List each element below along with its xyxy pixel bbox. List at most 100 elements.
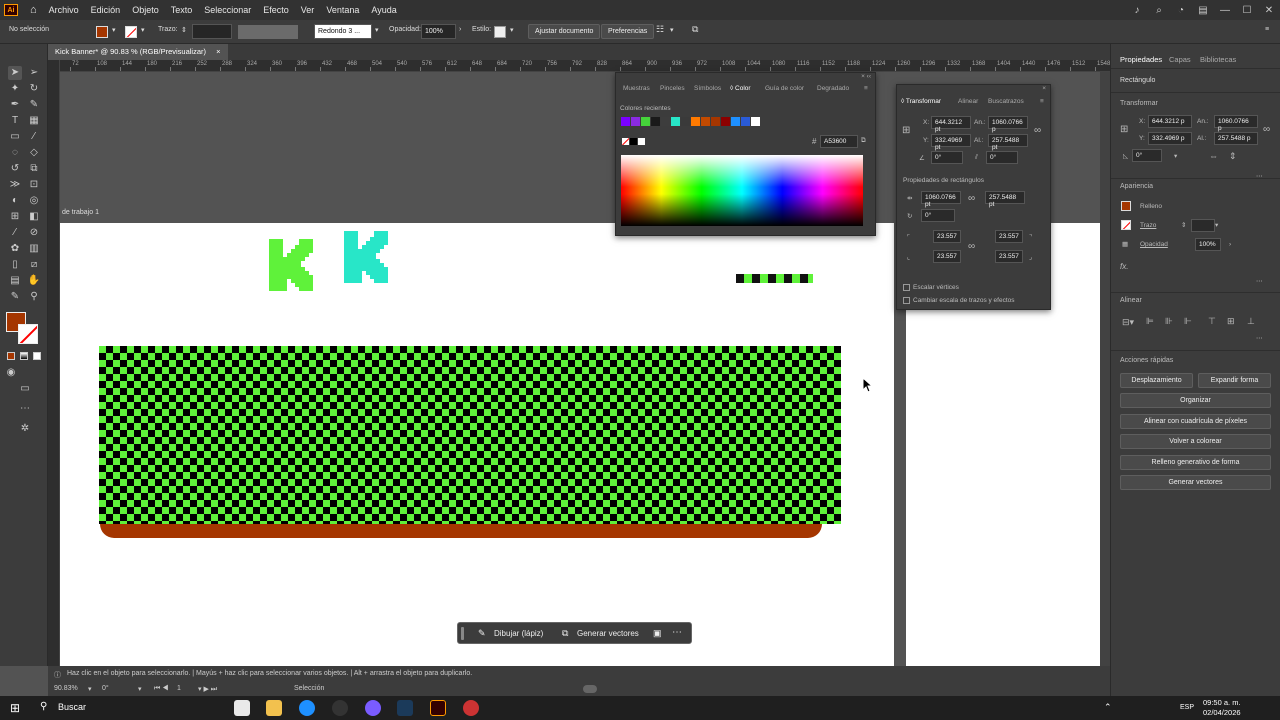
rotation-view-field[interactable]: 0° — [102, 685, 109, 692]
learn-icon[interactable]: ◔ — [1170, 5, 1192, 16]
align-vcenter-icon[interactable]: ⊞ — [1227, 316, 1235, 327]
stroke-color-box[interactable] — [18, 324, 38, 344]
generate-vectors-button[interactable]: Generar vectores — [577, 629, 639, 638]
align-pixel-grid-button[interactable]: Alinear con cuadrícula de píxeles — [1120, 414, 1271, 429]
edge-icon[interactable] — [299, 700, 315, 716]
tab-transformar[interactable]: ◊ Transformar — [901, 98, 941, 105]
fill-swatch[interactable] — [1121, 201, 1131, 211]
prop-h-field[interactable]: 257.5488 p — [1214, 132, 1258, 145]
checker-ground[interactable] — [99, 346, 841, 524]
arrange-button[interactable]: Organizar — [1120, 393, 1271, 408]
table-icon[interactable]: ▦ — [27, 114, 41, 128]
h-field[interactable]: 257.5488 pt — [988, 134, 1028, 151]
brush-definition[interactable]: Redondo 3 ... — [314, 24, 372, 39]
x-field[interactable]: 644.3212 pt — [931, 116, 971, 133]
shaper-icon[interactable]: ◌ — [8, 146, 22, 160]
chevron-down-icon[interactable]: ▾ — [1215, 221, 1218, 229]
kick-letter-green[interactable] — [269, 239, 313, 291]
white-swatch[interactable] — [638, 138, 645, 145]
panel-close-icon[interactable]: × ‹‹ — [861, 73, 871, 80]
chevron-down-icon[interactable]: ▾ — [1174, 152, 1177, 160]
constrain-link-icon[interactable]: ∞ — [1034, 125, 1041, 136]
tab-simbolos[interactable]: Símbolos — [694, 85, 721, 92]
close-icon[interactable]: ✕ — [1258, 5, 1280, 16]
tab-muestras[interactable]: Muestras — [623, 85, 650, 92]
stroke-weight-field[interactable] — [192, 24, 232, 39]
stepper-icon[interactable]: ⇕ — [181, 26, 187, 34]
opacity-label[interactable]: Opacidad — [1140, 241, 1168, 248]
prop-angle-field[interactable]: 0° — [1132, 149, 1162, 162]
recent-color-swatch[interactable] — [621, 117, 630, 126]
chevron-down-icon[interactable]: ▾ — [375, 26, 379, 34]
selection-tool-icon[interactable]: ➤ — [8, 66, 22, 80]
zoom-tool-icon[interactable]: ⚲ — [27, 290, 41, 304]
shear-field[interactable]: 0° — [986, 151, 1018, 164]
recent-color-swatch[interactable] — [691, 117, 700, 126]
recent-color-swatch[interactable] — [641, 117, 650, 126]
notification-icon[interactable]: ♪ — [1126, 5, 1148, 16]
zoom-field[interactable]: 90.83% — [54, 685, 78, 692]
variable-width-profile[interactable] — [238, 25, 298, 39]
reference-point-icon[interactable]: ⊞ — [902, 125, 910, 136]
stroke-label[interactable]: Trazo: — [158, 26, 178, 33]
menu-edicion[interactable]: Edición — [85, 5, 127, 15]
color-mode-gradient[interactable] — [20, 352, 28, 360]
align-top-icon[interactable]: ⊤ — [1208, 316, 1216, 327]
preferences-button[interactable]: Preferencias — [601, 24, 655, 39]
pen-tool-icon[interactable]: ✒ — [8, 98, 22, 112]
fill-label[interactable]: Relleno — [1140, 203, 1162, 210]
recent-color-swatch[interactable] — [631, 117, 640, 126]
opacity-field[interactable]: 100% — [421, 24, 456, 39]
fit-document-button[interactable]: Ajustar documento — [528, 24, 601, 39]
chevron-down-icon[interactable]: ▾ — [510, 26, 514, 34]
more-tools-icon[interactable]: ⋯ — [18, 402, 32, 416]
transform-icon[interactable]: ⧉ — [692, 24, 698, 35]
prop-y-field[interactable]: 332.4969 p — [1148, 132, 1192, 145]
edit-toolbar-icon[interactable]: ✲ — [18, 422, 32, 436]
print-tiling-icon[interactable]: ▤ — [8, 274, 22, 288]
language-indicator[interactable]: ESP — [1180, 704, 1194, 711]
recent-color-swatch[interactable] — [661, 117, 670, 126]
app-icon-4[interactable] — [332, 700, 348, 716]
chevron-down-icon[interactable]: ▾ — [670, 26, 674, 34]
next-artboard-icon[interactable]: ▾ ▶ ⏭ — [198, 685, 217, 694]
kick-letter-teal[interactable] — [344, 231, 388, 283]
slice-icon[interactable]: ⧄ — [27, 258, 41, 272]
rotation-field[interactable]: 0° — [931, 151, 963, 164]
search-icon[interactable]: ⌕ — [1148, 5, 1170, 16]
panel-menu-icon[interactable]: ≡ — [1265, 26, 1269, 33]
stroke-label[interactable]: Trazo — [1140, 222, 1156, 229]
radius-tr-field[interactable]: 23.557 — [995, 230, 1023, 243]
magic-wand-icon[interactable]: ✦ — [8, 82, 22, 96]
symbol-sprayer-icon[interactable]: ✿ — [8, 242, 22, 256]
recent-color-swatch[interactable] — [741, 117, 750, 126]
app-icon-1[interactable] — [234, 700, 250, 716]
paintbrush-icon[interactable]: ⁄ — [27, 130, 41, 144]
flip-horizontal-icon[interactable]: ⇔ — [1209, 151, 1218, 161]
recent-color-swatch[interactable] — [701, 117, 710, 126]
menu-ver[interactable]: Ver — [295, 5, 321, 15]
rect-rotation-field[interactable]: 0° — [921, 209, 955, 222]
opacity-field[interactable]: 100% — [1195, 238, 1221, 251]
color-mode-none[interactable] — [33, 352, 41, 360]
vertical-scrollbar[interactable] — [1100, 72, 1110, 666]
expand-shape-button[interactable]: Expandir forma — [1198, 373, 1271, 388]
style-swatch[interactable] — [494, 26, 506, 38]
file-explorer-icon[interactable] — [266, 700, 282, 716]
draw-pencil-button[interactable]: Dibujar (lápiz) — [494, 629, 543, 638]
free-transform-icon[interactable]: ⊡ — [27, 178, 41, 192]
radius-bl-field[interactable]: 23.557 — [933, 250, 961, 263]
stroke-swatch[interactable] — [1121, 220, 1131, 230]
recent-color-swatch[interactable] — [731, 117, 740, 126]
direct-selection-tool-icon[interactable]: ➢ — [27, 66, 41, 80]
rect-width-field[interactable]: 1060.0766 pt — [921, 191, 961, 208]
discord-icon[interactable] — [365, 700, 381, 716]
lasso-icon[interactable]: ↻ — [27, 82, 41, 96]
type-tool-icon[interactable]: T — [8, 114, 22, 128]
align-to-icon[interactable]: ⊟▾ — [1122, 317, 1134, 328]
align-left-icon[interactable]: ⊫ — [1146, 316, 1154, 327]
w-field[interactable]: 1060.0766 p — [988, 116, 1028, 133]
scale-corners-checkbox[interactable] — [903, 284, 910, 291]
panel-menu-icon[interactable]: ≡ — [1040, 98, 1044, 105]
illustrator-taskbar-icon[interactable] — [430, 700, 446, 716]
